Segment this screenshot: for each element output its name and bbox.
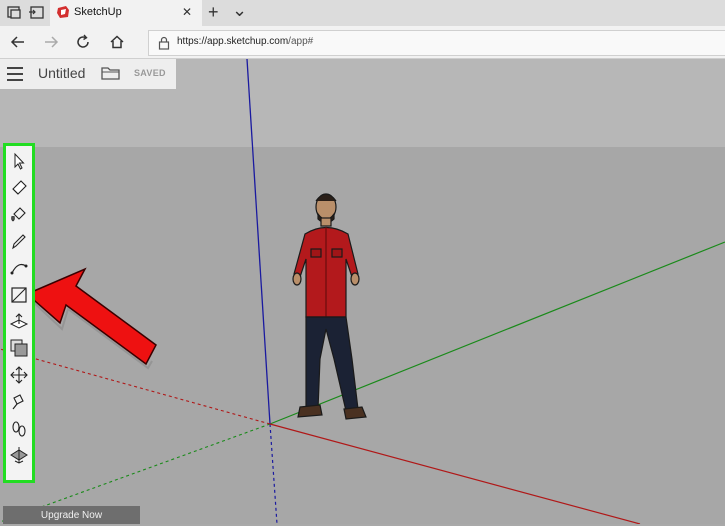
orbit-tool-icon[interactable] [6, 416, 32, 442]
rectangle-tool-icon[interactable] [6, 282, 32, 308]
tab-list-button[interactable]: ⌄ [232, 0, 247, 21]
refresh-icon[interactable] [74, 33, 92, 51]
document-title[interactable]: Untitled [38, 65, 85, 81]
move-tool-icon[interactable] [6, 362, 32, 388]
tape-measure-tool-icon[interactable] [6, 389, 32, 415]
eraser-tool-icon[interactable] [6, 174, 32, 200]
url-path: /app# [288, 36, 314, 47]
forward-icon[interactable] [42, 33, 60, 51]
tab-title: SketchUp [74, 6, 122, 18]
url-text: https://app.sketchup.com/app# [177, 36, 313, 47]
new-tab-button[interactable]: + [208, 2, 219, 23]
set-aside-tabs-icon[interactable] [28, 4, 46, 22]
paint-bucket-tool-icon[interactable] [6, 201, 32, 227]
scale-figure [292, 193, 367, 420]
push-pull-tool-icon[interactable] [6, 308, 32, 334]
upgrade-now-button[interactable]: Upgrade Now [3, 506, 140, 524]
hamburger-menu-icon[interactable] [7, 67, 23, 81]
blue-axis-positive [246, 59, 271, 425]
modeling-viewport[interactable] [0, 59, 725, 524]
blue-axis-negative [269, 423, 278, 524]
pencil-tool-icon[interactable] [6, 228, 32, 254]
arc-tool-icon[interactable] [6, 255, 32, 281]
red-axis-positive [269, 423, 641, 524]
url-host: https://app.sketchup.com [177, 36, 289, 47]
select-tool-icon[interactable] [6, 148, 32, 174]
save-status: SAVED [134, 68, 166, 78]
tab-sketchup[interactable]: SketchUp ✕ [50, 0, 202, 26]
lock-icon [158, 36, 170, 55]
url-field[interactable]: https://app.sketchup.com/app# [148, 30, 725, 56]
scene-canvas [0, 59, 725, 524]
red-axis-negative [0, 348, 271, 425]
home-icon[interactable] [108, 33, 126, 51]
browser-tab-bar: SketchUp ✕ + ⌄ [0, 0, 725, 26]
back-icon[interactable] [9, 33, 27, 51]
tab-actions-icon[interactable] [6, 4, 24, 22]
folder-icon[interactable] [101, 65, 121, 81]
app-header: Untitled SAVED [0, 59, 176, 89]
red-annotation-arrow [25, 267, 157, 370]
section-plane-tool-icon[interactable] [6, 442, 32, 468]
tools-toolbar [3, 143, 35, 483]
tab-close-button[interactable]: ✕ [182, 5, 192, 19]
offset-tool-icon[interactable] [6, 335, 32, 361]
sketchup-logo-icon [56, 5, 70, 24]
browser-address-bar: https://app.sketchup.com/app# [0, 26, 725, 59]
